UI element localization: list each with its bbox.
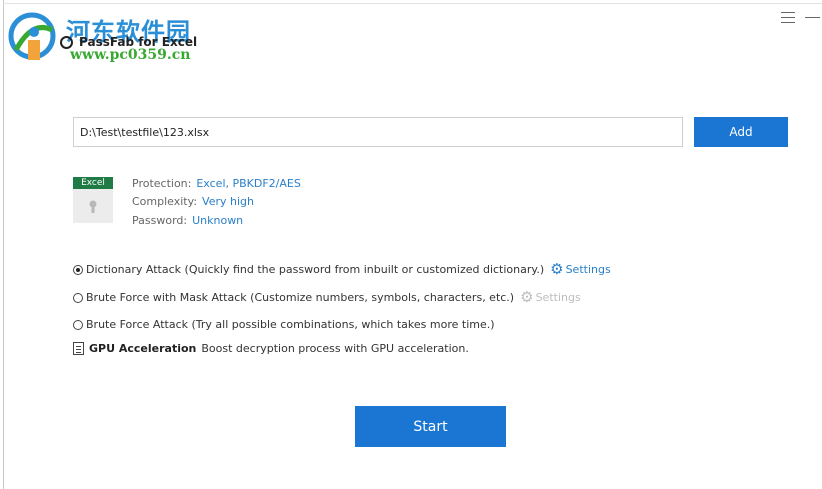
password-label: Password: [132,214,188,227]
app-logo-icon [60,35,73,49]
app-title-text: PassFab for Excel [79,35,198,49]
dictionary-settings-link[interactable]: ⚙ Settings [550,262,611,277]
protection-value: Excel, PBKDF2/AES [196,177,301,190]
protection-info: Protection: Excel, PBKDF2/AES [132,177,301,190]
watermark-url: www.pc0359.cn [70,47,191,63]
add-button[interactable]: Add [694,117,788,147]
excel-file-icon: Excel [73,177,113,223]
minimize-button[interactable] [802,10,822,24]
hamburger-icon[interactable] [781,12,795,23]
minimize-icon [805,17,820,18]
complexity-info: Complexity: Very high [132,195,254,208]
password-value: Unknown [192,214,244,227]
mask-settings-label: Settings [535,291,581,304]
mask-settings-link: ⚙ Settings [520,290,581,305]
option-mask-attack[interactable]: Brute Force with Mask Attack (Customize … [73,290,581,305]
complexity-label: Complexity: [132,195,198,208]
complexity-value: Very high [202,195,254,208]
gear-icon: ⚙ [550,260,564,278]
gpu-acceleration-description: Boost decryption process with GPU accele… [201,342,469,355]
start-button[interactable]: Start [355,406,506,447]
option-brute-force-label: Brute Force Attack (Try all possible com… [86,318,495,331]
excel-badge: Excel [73,177,113,189]
dictionary-settings-label: Settings [565,263,611,276]
lock-icon [89,200,97,213]
radio-mask-attack[interactable] [73,292,83,303]
option-mask-label: Brute Force with Mask Attack (Customize … [86,291,515,304]
gpu-acceleration-checkbox[interactable] [73,342,84,355]
file-path-input[interactable] [73,117,683,147]
option-brute-force-attack[interactable]: Brute Force Attack (Try all possible com… [73,318,495,331]
window-border-top [3,3,822,4]
radio-dictionary-attack[interactable] [73,264,83,275]
radio-brute-force-attack[interactable] [73,319,83,330]
watermark-logo-icon [8,12,56,60]
app-title: PassFab for Excel [60,35,197,49]
option-dictionary-attack[interactable]: Dictionary Attack (Quickly find the pass… [73,262,611,277]
gpu-acceleration-row: GPU Acceleration Boost decryption proces… [73,342,469,355]
protection-label: Protection: [132,177,192,190]
password-info: Password: Unknown [132,214,243,227]
option-dictionary-label: Dictionary Attack (Quickly find the pass… [86,263,545,276]
gpu-acceleration-title: GPU Acceleration [89,342,197,355]
gear-icon: ⚙ [520,288,534,306]
window-border-left [3,0,4,489]
